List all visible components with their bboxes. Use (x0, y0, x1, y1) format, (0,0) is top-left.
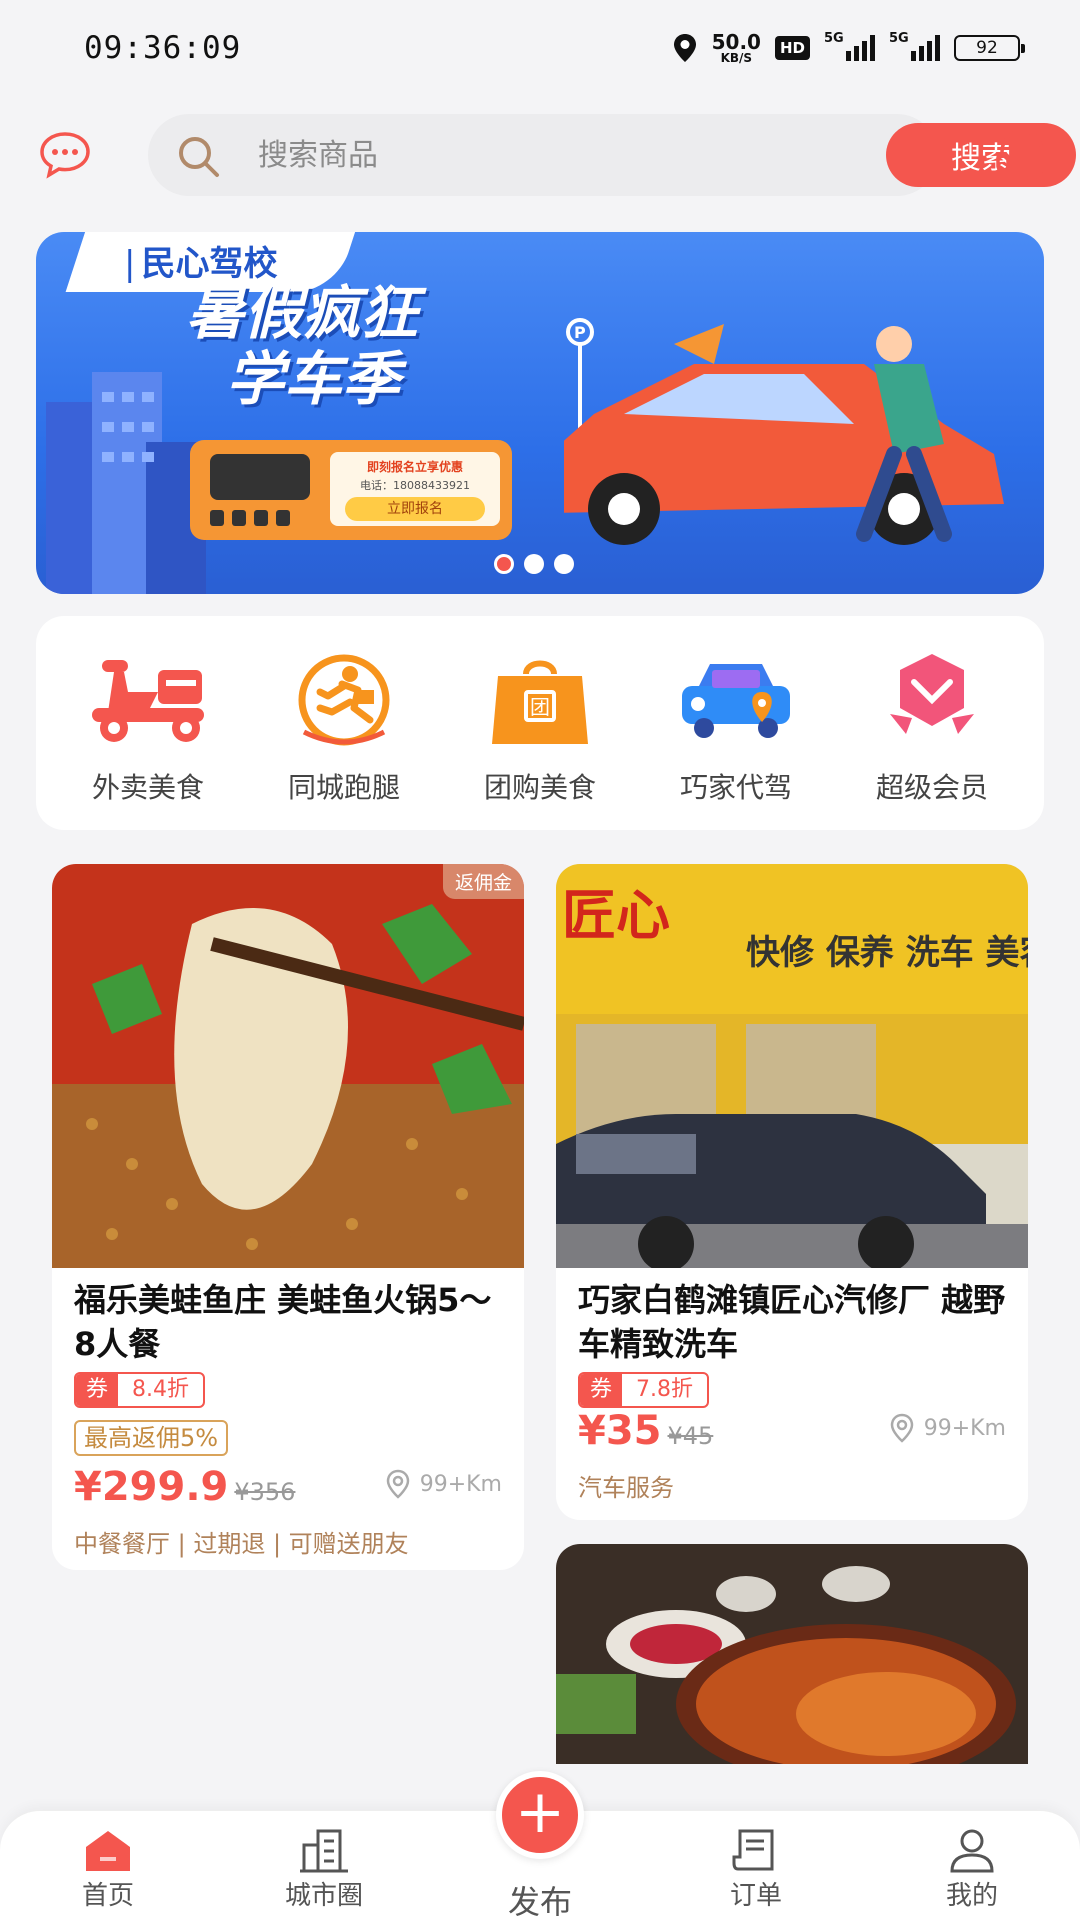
banner-pagination (494, 554, 574, 574)
network-speed: 50.0 KB/S (711, 30, 761, 65)
tab-city[interactable]: 城市圈 (216, 1811, 432, 1920)
tab-mine[interactable]: 我的 (864, 1811, 1080, 1920)
vip-badge-icon (890, 654, 974, 734)
category-takeout[interactable]: 外卖美食 (58, 616, 238, 830)
svg-text:团: 团 (530, 695, 550, 719)
rebate-badge: 返佣金 (442, 864, 524, 899)
distance: 99+Km (382, 1468, 502, 1500)
product-card[interactable]: 返佣金 福乐美蛙鱼庄 美蛙鱼火锅5～8人餐 券 8.4折 最高返佣5% ¥299… (52, 864, 524, 1570)
tab-orders[interactable]: 订单 (648, 1811, 864, 1920)
category-chauffeur[interactable]: 巧家代驾 (646, 616, 826, 830)
signup-button[interactable]: 立即报名 (345, 497, 485, 521)
product-card[interactable] (556, 1544, 1028, 1764)
product-image: 匠心 快修 保养 洗车 美容 (556, 864, 1028, 1268)
product-meta: 中餐餐厅 | 过期退 | 可赠送朋友 (74, 1530, 409, 1558)
location-pin-icon (890, 1413, 913, 1443)
original-price: ¥356 (234, 1478, 296, 1506)
courier-icon (298, 654, 390, 746)
banner-headline: 暑假疯狂 学车季 (186, 279, 419, 413)
original-price: ¥45 (667, 1422, 714, 1450)
search-bar: 搜索 (148, 114, 1076, 196)
message-icon[interactable] (38, 130, 92, 180)
search-input[interactable] (258, 130, 708, 180)
signal-icon: 5G (824, 31, 875, 61)
product-image (556, 1544, 1028, 1764)
pagination-dot[interactable] (554, 554, 574, 574)
signup-card: 即刻报名立享优惠 电话：18088433921 立即报名 (190, 440, 512, 540)
discount-tag: 券 8.4折 (74, 1372, 206, 1408)
svg-text:P: P (574, 323, 586, 342)
pagination-dot[interactable] (524, 554, 544, 574)
location-pin-icon (386, 1469, 409, 1499)
group-bag-icon: 团 (492, 660, 588, 744)
pagination-dot-active[interactable] (494, 554, 514, 574)
product-meta: 汽车服务 (578, 1474, 674, 1502)
price: ¥35 (578, 1408, 662, 1454)
status-bar: 09:36:09 50.0 KB/S HD 5G 5G 92 (0, 0, 1080, 100)
discount-tag: 券 7.8折 (578, 1372, 710, 1408)
price-row: ¥299.9 ¥356 99+Km (74, 1464, 502, 1510)
battery-icon: 92 (954, 35, 1025, 61)
city-buildings-icon (300, 1829, 348, 1873)
category-grid: 外卖美食 同城跑腿 团 团购美食 巧家代驾 超级会员 (36, 616, 1044, 830)
tab-publish[interactable]: + 发布 (432, 1771, 648, 1920)
price: ¥299.9 (74, 1464, 229, 1510)
scooter-icon (92, 660, 204, 742)
svg-text:匠心: 匠心 (562, 884, 670, 947)
promo-banner[interactable]: 民心驾校 暑假疯狂 学车季 即刻报名立享优惠 电话：18088433921 立即… (36, 232, 1044, 594)
product-card[interactable]: 匠心 快修 保养 洗车 美容 巧家白鹤滩镇匠心汽修厂 越野车精致洗车 券 7.8… (556, 864, 1028, 1520)
order-list-icon (732, 1829, 774, 1871)
plus-icon[interactable]: + (496, 1771, 584, 1859)
signal-icon: 5G (889, 31, 940, 61)
category-group-buy[interactable]: 团 团购美食 (450, 616, 630, 830)
category-errand[interactable]: 同城跑腿 (254, 616, 434, 830)
price-row: ¥35 ¥45 99+Km (578, 1408, 1006, 1454)
driving-school-name: 民心驾校 (124, 236, 277, 285)
customer-service-icon[interactable] (992, 124, 1052, 184)
location-icon (673, 34, 696, 62)
product-title: 福乐美蛙鱼庄 美蛙鱼火锅5～8人餐 (74, 1281, 492, 1363)
product-title: 巧家白鹤滩镇匠心汽修厂 越野车精致洗车 (578, 1281, 1006, 1363)
user-icon (950, 1829, 994, 1873)
home-icon (86, 1831, 130, 1871)
rebate-tag: 最高返佣5% (74, 1420, 229, 1456)
product-image (52, 864, 524, 1268)
svg-text:快修 保养 洗车 美容: 快修 保养 洗车 美容 (746, 933, 1028, 973)
search-header: 搜索 (0, 110, 1080, 200)
tab-home[interactable]: 首页 (0, 1811, 216, 1920)
car-icon (682, 664, 790, 738)
car-illustration: P (564, 318, 1004, 545)
distance: 99+Km (886, 1412, 1006, 1444)
search-icon (179, 137, 219, 177)
clock: 09:36:09 (84, 30, 242, 66)
hd-voice-badge: HD (774, 36, 810, 60)
bottom-nav: 首页 城市圈 + 发布 订单 我的 (0, 1771, 1080, 1920)
category-vip[interactable]: 超级会员 (842, 616, 1022, 830)
